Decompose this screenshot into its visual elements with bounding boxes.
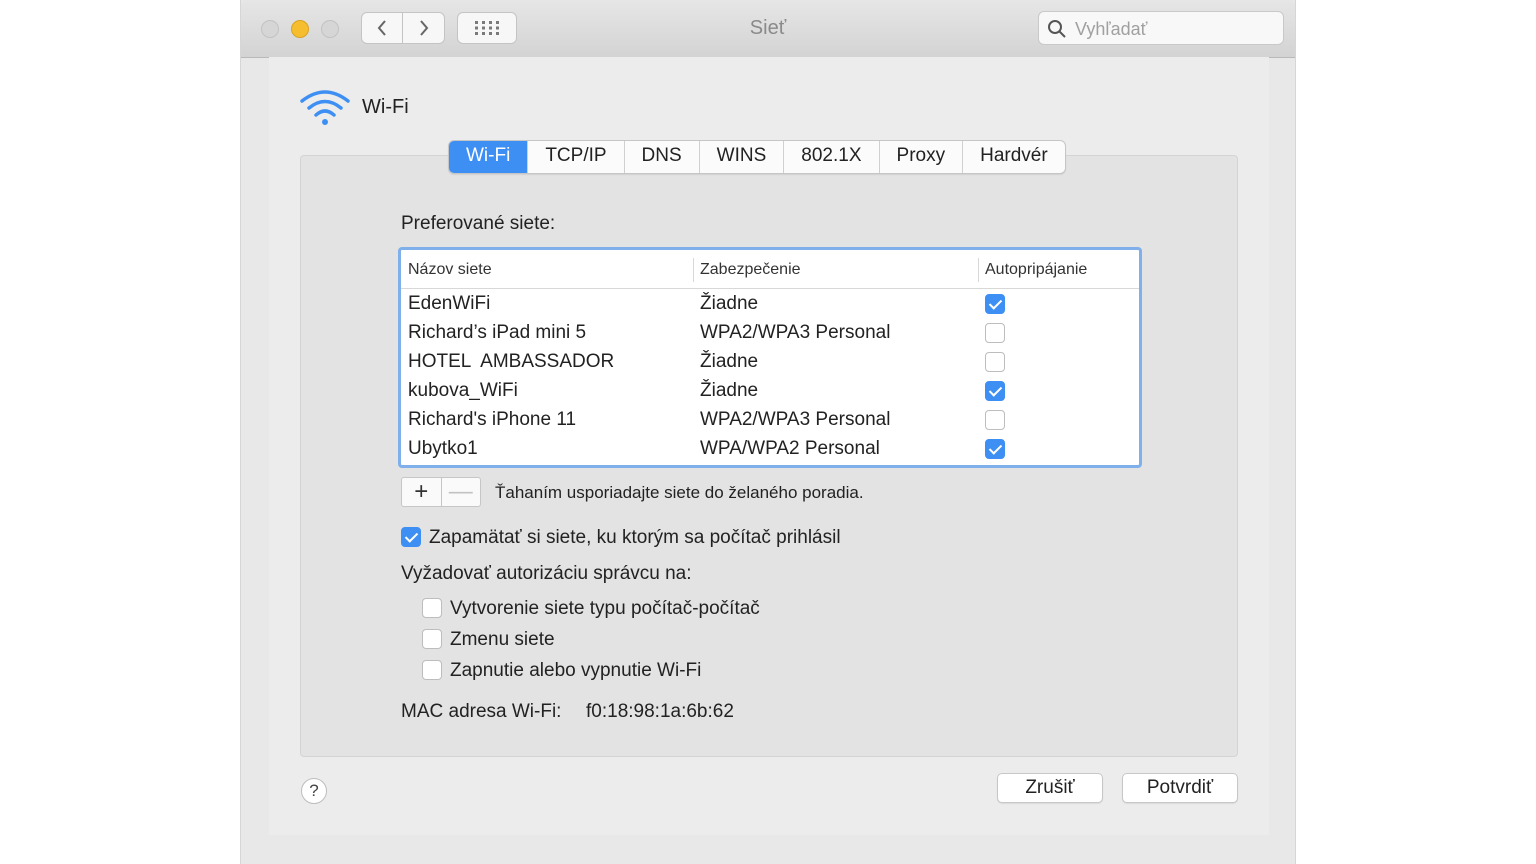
add-network-button[interactable]: +	[402, 478, 442, 506]
interface-title: Wi-Fi	[362, 96, 409, 118]
network-security: WPA2/WPA3 Personal	[700, 322, 891, 343]
remove-network-button[interactable]: —	[442, 478, 481, 506]
autojoin-checkbox[interactable]	[985, 410, 1005, 430]
tab-hardware[interactable]: Hardvér	[962, 141, 1065, 173]
preferred-networks-table[interactable]: Názov siete Zabezpečenie Autopripájanie …	[398, 247, 1142, 468]
tab-tcpip[interactable]: TCP/IP	[527, 141, 623, 173]
table-row[interactable]: Richard’s iPad mini 5 WPA2/WPA3 Personal	[401, 319, 1139, 348]
mac-address-label: MAC adresa Wi-Fi:	[401, 701, 562, 722]
title-bar: Sieť Vyhľadať	[241, 0, 1295, 58]
autojoin-checkbox[interactable]	[985, 294, 1005, 314]
create-computer-network-label[interactable]: Vytvorenie siete typu počítač-počítač	[450, 598, 760, 620]
remember-networks-checkbox[interactable]	[401, 527, 421, 547]
change-network-label[interactable]: Zmenu siete	[450, 629, 555, 651]
table-row[interactable]: EdenWiFi Žiadne	[401, 290, 1139, 319]
column-divider	[978, 258, 979, 282]
add-remove-control: + —	[401, 477, 481, 507]
table-row[interactable]: HOTEL AMBASSADOR Žiadne	[401, 348, 1139, 377]
network-security: WPA/WPA2 Personal	[700, 438, 880, 459]
network-security: WPA2/WPA3 Personal	[700, 409, 891, 430]
cancel-button[interactable]: Zrušiť	[997, 773, 1103, 803]
tab-bar: Wi-Fi TCP/IP DNS WINS 802.1X Proxy Hardv…	[448, 140, 1066, 174]
network-name: kubova_WiFi	[408, 380, 518, 401]
tab-wins[interactable]: WINS	[698, 141, 784, 173]
change-network-checkbox[interactable]	[422, 629, 442, 649]
column-header-name[interactable]: Názov siete	[408, 261, 492, 279]
tab-dns[interactable]: DNS	[623, 141, 699, 173]
tab-8021x[interactable]: 802.1X	[783, 141, 878, 173]
network-name: EdenWiFi	[408, 293, 491, 314]
table-row[interactable]: Ubytko1 WPA/WPA2 Personal	[401, 435, 1139, 464]
help-button[interactable]: ?	[301, 778, 327, 804]
table-row[interactable]: Richard's iPhone 11 WPA2/WPA3 Personal	[401, 406, 1139, 435]
network-name: HOTEL AMBASSADOR	[408, 351, 615, 372]
ok-button[interactable]: Potvrdiť	[1122, 773, 1238, 803]
table-header: Názov siete Zabezpečenie Autopripájanie	[401, 250, 1139, 289]
autojoin-checkbox[interactable]	[985, 439, 1005, 459]
tab-wifi[interactable]: Wi-Fi	[449, 141, 528, 173]
wifi-icon	[300, 90, 350, 125]
network-security: Žiadne	[700, 380, 759, 401]
network-name: Ubytko1	[408, 438, 478, 459]
autojoin-checkbox[interactable]	[985, 323, 1005, 343]
create-computer-network-checkbox[interactable]	[422, 598, 442, 618]
admin-auth-label: Vyžadovať autorizáciu správcu na:	[401, 563, 692, 584]
autojoin-checkbox[interactable]	[985, 352, 1005, 372]
table-row[interactable]: kubova_WiFi Žiadne	[401, 377, 1139, 406]
preferences-window: Sieť Vyhľadať Wi-Fi Wi-Fi TCP/IP DNS WIN…	[240, 0, 1296, 864]
column-header-autojoin[interactable]: Autopripájanie	[985, 261, 1087, 279]
column-header-security[interactable]: Zabezpečenie	[700, 261, 801, 279]
search-field[interactable]: Vyhľadať	[1038, 11, 1284, 45]
toggle-wifi-label[interactable]: Zapnutie alebo vypnutie Wi-Fi	[450, 660, 701, 682]
search-placeholder: Vyhľadať	[1075, 19, 1148, 39]
search-icon	[1048, 20, 1066, 38]
tab-proxy[interactable]: Proxy	[878, 141, 963, 173]
toggle-wifi-checkbox[interactable]	[422, 660, 442, 680]
network-name: Richard's iPhone 11	[408, 409, 577, 430]
preferred-networks-label: Preferované siete:	[401, 213, 556, 234]
network-name: Richard’s iPad mini 5	[408, 322, 587, 343]
network-security: Žiadne	[700, 351, 759, 372]
autojoin-checkbox[interactable]	[985, 381, 1005, 401]
remember-networks-label[interactable]: Zapamätať si siete, ku ktorým sa počítač…	[429, 527, 841, 549]
network-security: Žiadne	[700, 293, 759, 314]
mac-address-value: f0:18:98:1a:6b:62	[586, 701, 734, 722]
reorder-hint: Ťahaním usporiadajte siete do želaného p…	[495, 483, 864, 502]
column-divider	[693, 258, 694, 282]
